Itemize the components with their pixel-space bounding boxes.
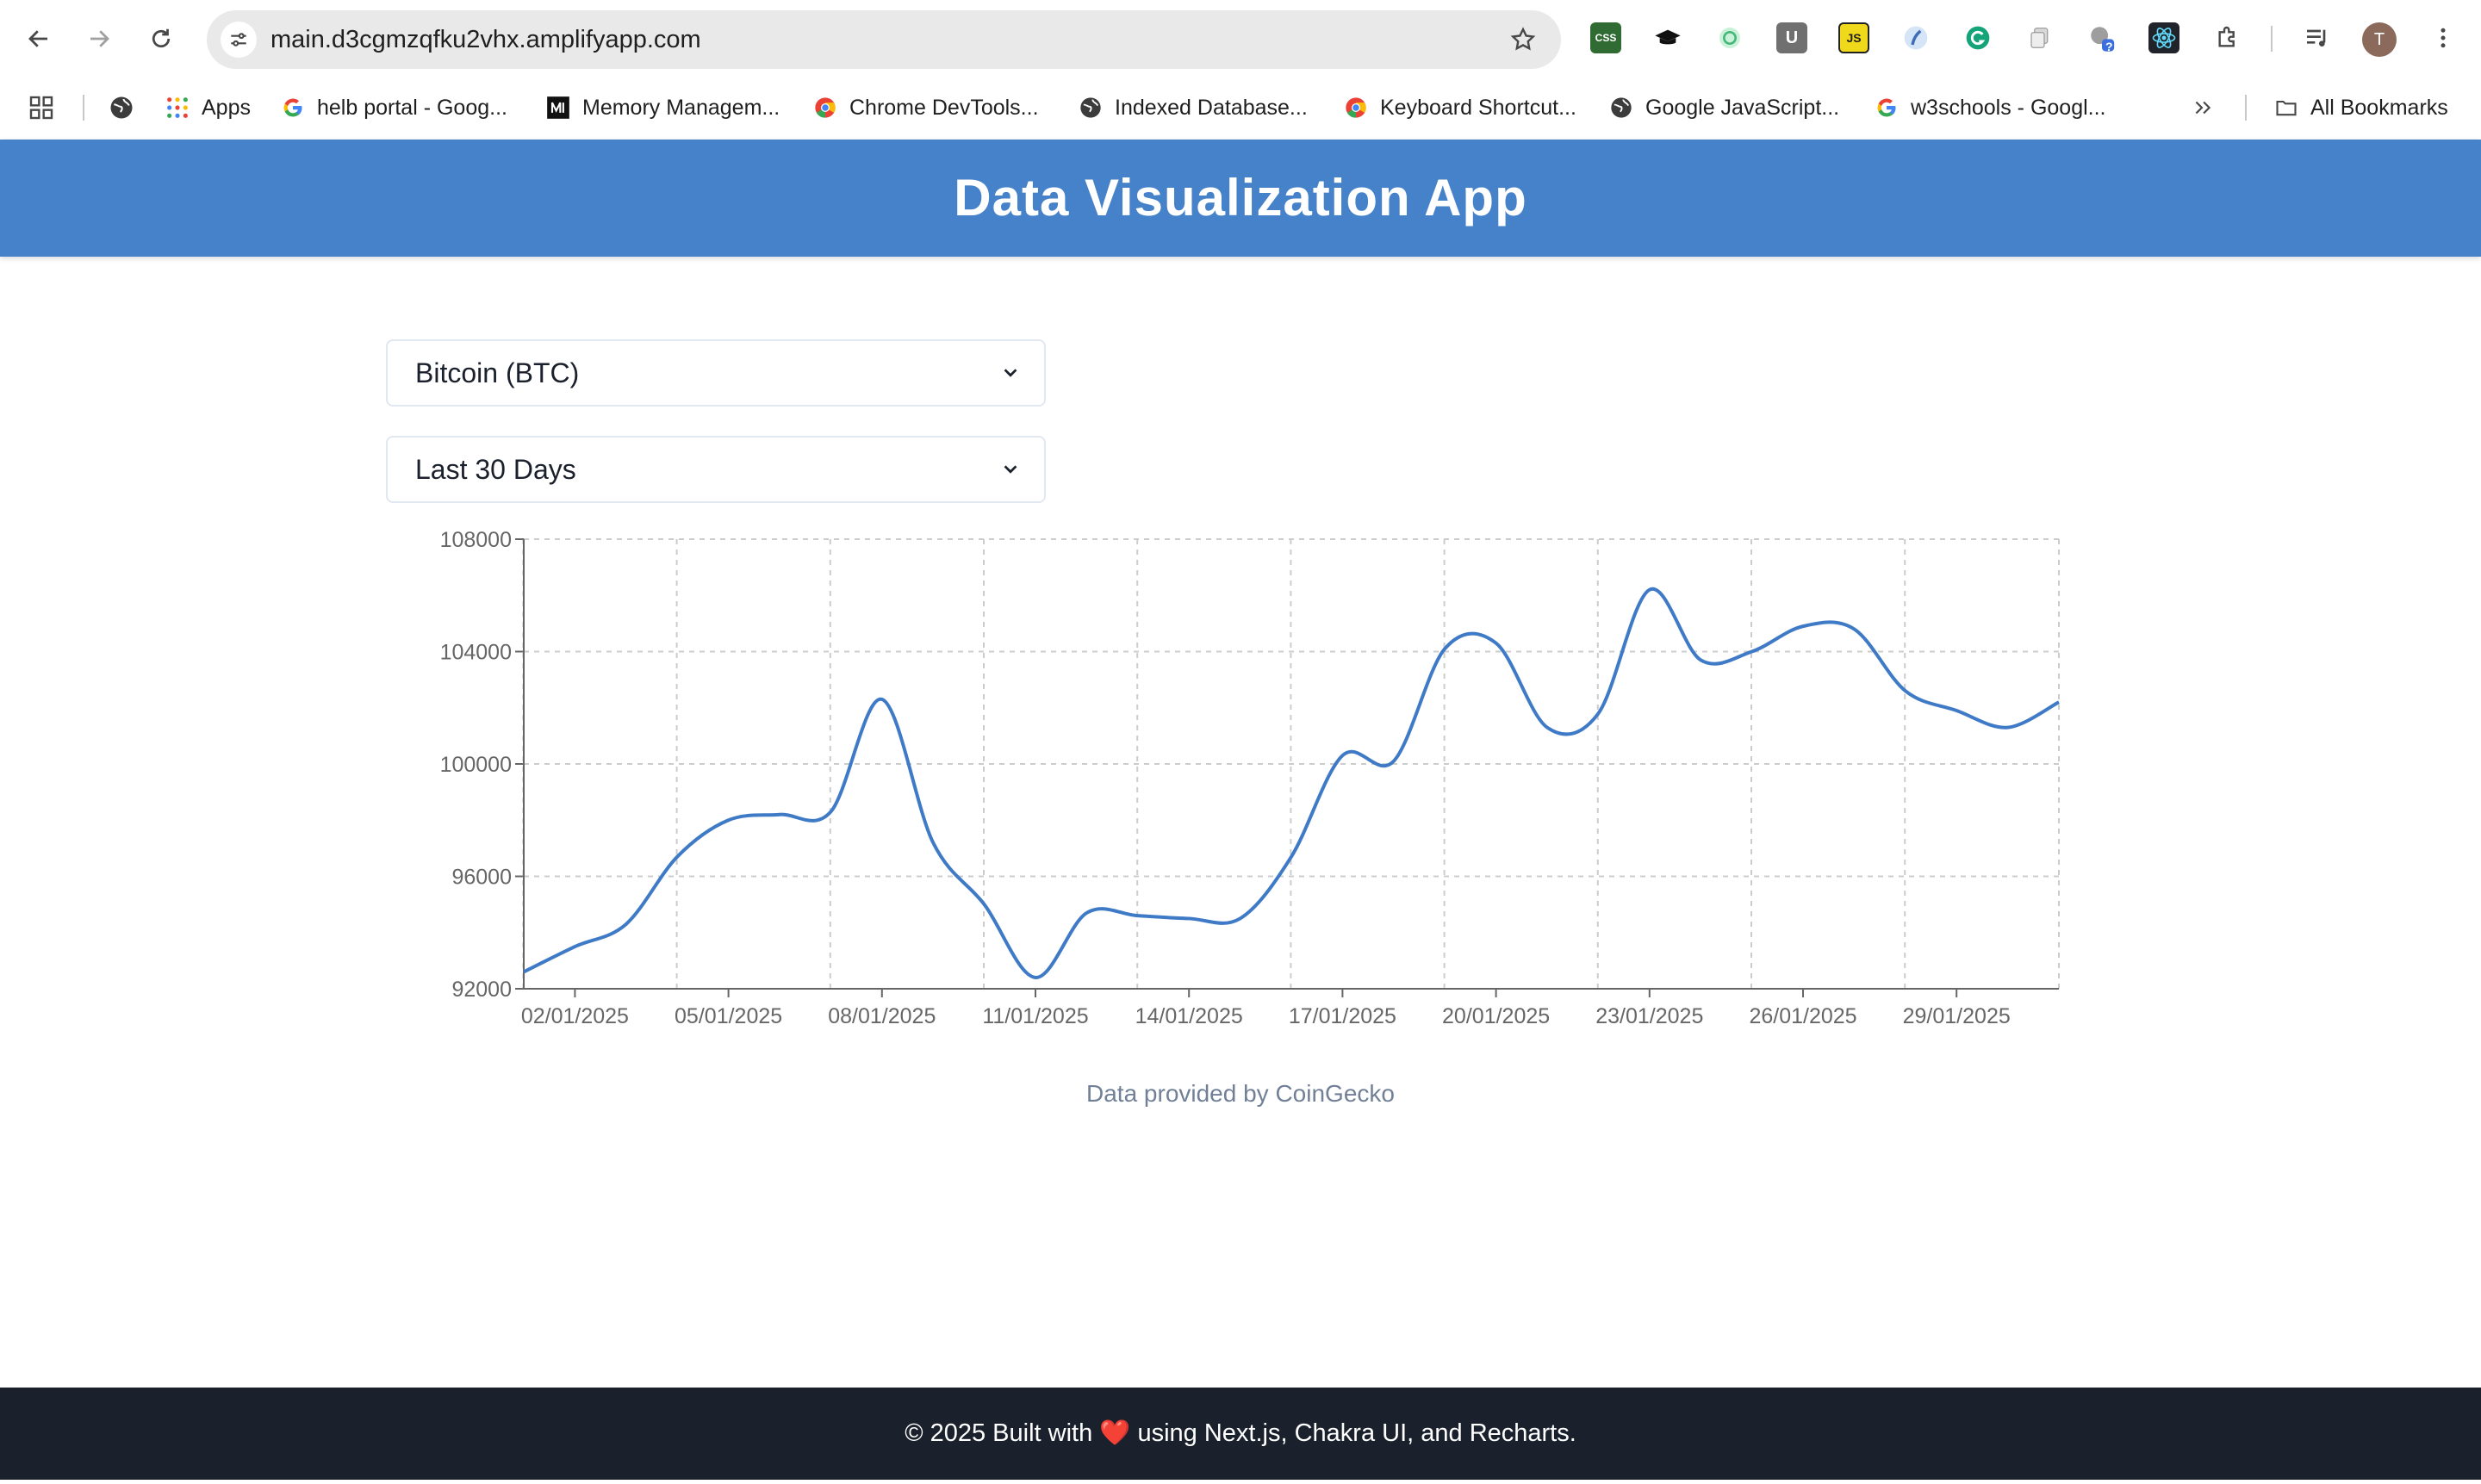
footer-prefix: © 2025 Built with [905, 1419, 1093, 1447]
y-tick-label: 104000 [440, 641, 512, 665]
x-tick-label: 29/01/2025 [1903, 1004, 2011, 1028]
x-tick-label: 14/01/2025 [1135, 1004, 1243, 1028]
chart-container: 92000 96000 100000 104000 108000 02/01/2025 05… [0, 0, 2481, 1480]
x-tick-label: 05/01/2025 [675, 1004, 782, 1028]
x-tick-label: 08/01/2025 [828, 1004, 936, 1028]
footer-suffix: using Next.js, Chakra UI, and Recharts. [1137, 1419, 1576, 1447]
x-tick-label: 17/01/2025 [1289, 1004, 1396, 1028]
y-tick-label: 108000 [440, 528, 512, 552]
x-tick-label: 26/01/2025 [1749, 1004, 1856, 1028]
x-tick-label: 20/01/2025 [1442, 1004, 1550, 1028]
y-tick-label: 100000 [440, 753, 512, 777]
page-footer: © 2025 Built with ❤️ using Next.js, Chak… [0, 1388, 2481, 1480]
y-tick-label: 92000 [451, 978, 512, 1002]
y-tick-label: 96000 [451, 866, 512, 890]
heart-icon: ❤️ [1099, 1419, 1131, 1447]
footer-text: © 2025 Built with ❤️ using Next.js, Chak… [0, 1388, 2481, 1480]
x-tick-label: 02/01/2025 [521, 1004, 629, 1028]
data-attribution: Data provided by CoinGecko [1086, 1080, 1395, 1107]
x-tick-label: 23/01/2025 [1595, 1004, 1703, 1028]
price-line-chart[interactable]: 92000 96000 100000 104000 108000 02/01/2025 05… [0, 0, 2481, 1480]
x-tick-label: 11/01/2025 [982, 1004, 1088, 1028]
